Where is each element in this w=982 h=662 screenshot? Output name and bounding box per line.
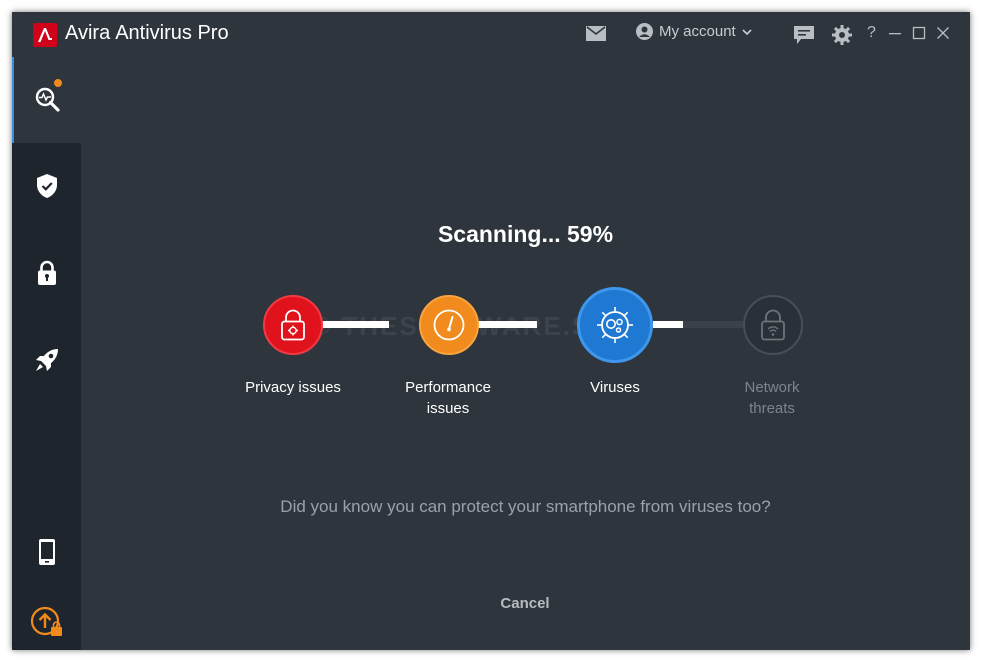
avira-logo-icon — [33, 23, 57, 47]
shield-check-icon — [36, 174, 57, 198]
step-label-privacy: Privacy issues — [228, 377, 358, 398]
step-viruses — [577, 287, 653, 363]
step-label-network: Network threats — [707, 377, 837, 419]
step-label-line: Performance — [405, 379, 491, 396]
scan-progress-percent: 59% — [567, 221, 614, 247]
network-lock-icon — [761, 309, 785, 341]
scan-icon — [35, 87, 60, 112]
sidebar-item-upgrade[interactable] — [12, 583, 81, 650]
sidebar-item-performance[interactable] — [12, 317, 81, 403]
settings-gear-icon[interactable] — [832, 25, 852, 50]
user-icon — [636, 23, 653, 40]
step-label-viruses: Viruses — [550, 377, 680, 398]
close-button[interactable] — [936, 26, 950, 45]
sidebar-item-protection[interactable] — [12, 143, 81, 229]
help-button[interactable]: ? — [867, 24, 876, 42]
my-account-menu[interactable]: My account — [636, 23, 752, 40]
step-performance-issues — [419, 295, 479, 355]
speedometer-icon — [433, 309, 465, 341]
step-label-line: issues — [426, 400, 470, 417]
chevron-down-icon — [742, 28, 752, 35]
product-name: Antivirus Pro — [115, 22, 229, 44]
title-bar: Avira Antivirus Pro My account ? — [12, 12, 970, 57]
virus-icon — [597, 307, 633, 343]
step-label-line: Network — [744, 379, 800, 396]
upgrade-icon — [30, 606, 62, 636]
app-window: Avira Antivirus Pro My account ? Scannin… — [12, 12, 970, 650]
account-label: My account — [659, 23, 736, 40]
app-title: Avira Antivirus Pro — [65, 22, 229, 45]
step-label-line: threats — [749, 400, 795, 417]
notification-dot — [53, 78, 63, 88]
sidebar — [12, 57, 81, 650]
scan-status-text: Scanning... — [437, 221, 568, 247]
step-label-line: Viruses — [590, 379, 640, 396]
progress-track-segment-3 — [653, 321, 683, 328]
smartphone-tip: Did you know you can protect your smartp… — [280, 497, 771, 516]
sidebar-item-scan[interactable] — [12, 57, 81, 143]
step-label-line: Privacy issues — [245, 379, 341, 396]
scan-panel: Scanning... 59% © THESOFTWARE.SHOP Priva… — [81, 57, 970, 650]
progress-track-remaining — [683, 321, 745, 328]
feedback-icon[interactable] — [794, 26, 814, 50]
rocket-icon — [35, 349, 58, 371]
brand-name: Avira — [65, 22, 111, 44]
mail-icon[interactable] — [586, 26, 606, 46]
step-privacy-issues — [263, 295, 323, 355]
lock-icon — [37, 260, 56, 285]
minimize-button[interactable] — [888, 26, 902, 45]
scan-status: Scanning... 59% — [81, 221, 970, 248]
step-label-performance: Performance issues — [383, 377, 513, 419]
maximize-button[interactable] — [912, 26, 926, 45]
sidebar-item-privacy[interactable] — [12, 230, 81, 316]
cancel-button[interactable]: Cancel — [485, 595, 565, 612]
privacy-lock-icon — [281, 309, 305, 341]
step-network-threats — [743, 295, 803, 355]
phone-icon — [38, 539, 55, 565]
